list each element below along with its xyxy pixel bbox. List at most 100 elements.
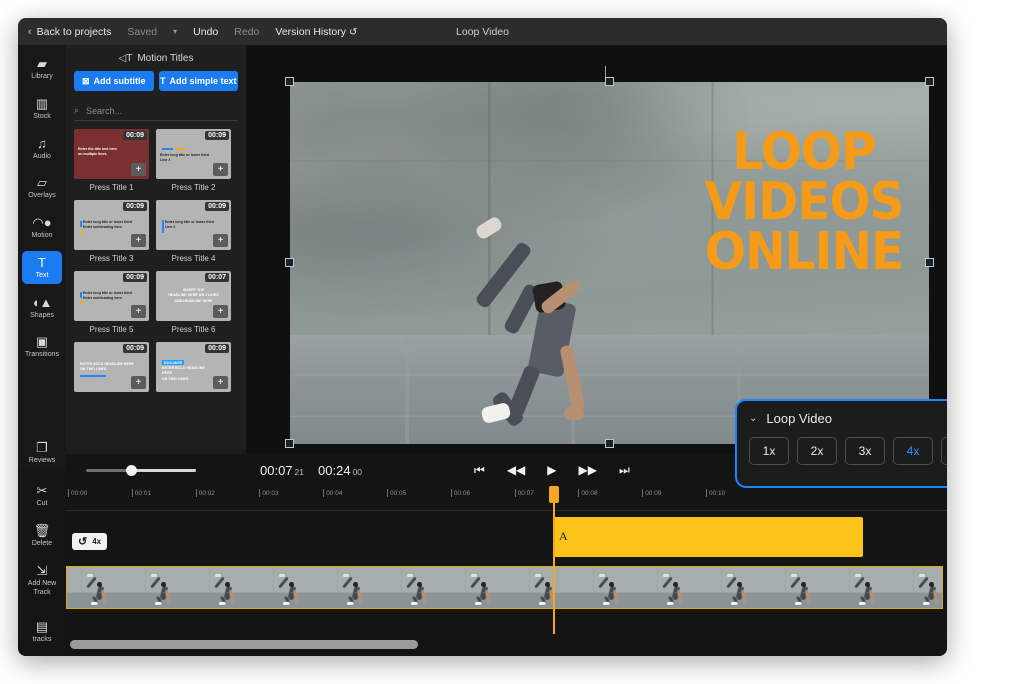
zoom-slider-thumb[interactable] [126,465,137,476]
template-duration: 00:09 [123,273,147,282]
version-history-button[interactable]: Version History↺ [275,26,357,38]
history-icon: ↺ [349,27,357,38]
add-template-button[interactable]: + [213,163,228,176]
sidebar-item-stock[interactable]: ▥Stock [22,92,62,125]
resize-handle-top-left[interactable] [285,77,294,86]
template-caption: Press Title 2 [156,183,231,192]
template-card[interactable]: Enter long title or lower thirdLine 200:… [156,129,231,192]
sidebar-item-transitions[interactable]: ▣Transitions [22,330,62,363]
clip-thumbnail-frame [835,567,899,608]
redo-button[interactable]: Redo [234,26,259,38]
tool-label: Add New Track [22,580,62,598]
tool-add-new-track[interactable]: ⇲Add New Track [22,559,62,601]
ruler-tick: 00:07 [518,490,534,497]
template-card[interactable]: Enter long title or lower thirdLine 200:… [156,200,231,263]
loop-option-1x[interactable]: 1x [749,437,789,465]
video-clip[interactable] [66,566,943,609]
timeline-horizontal-scrollbar[interactable] [66,634,947,656]
add-template-button[interactable]: + [213,376,228,389]
add-template-button[interactable]: + [131,163,146,176]
template-thumbnail[interactable]: INSERT THEHEADLINE HERE ON 2 LINESSUB-HE… [156,271,231,321]
sidebar-item-shapes[interactable]: ◖▲Shapes [22,291,62,324]
template-card[interactable]: INSERT THEHEADLINE HERE ON 2 LINESSUB-HE… [156,271,231,334]
zoom-slider-track[interactable] [86,469,196,472]
loop-icon: ↺ [78,535,87,548]
sidebar-item-library[interactable]: ▰Library [22,52,62,85]
jump-end-button[interactable]: ⏭ [619,463,630,478]
top-toolbar: ‹ Back to projects Saved ▾ Undo Redo Ver… [18,18,947,45]
add-template-button[interactable]: + [213,305,228,318]
undo-button[interactable]: Undo [193,26,218,38]
add-simple-text-button[interactable]: T Add simple text [159,71,239,91]
layers-icon: ▤ [36,619,48,634]
sidebar-item-audio[interactable]: ♫Audio [22,132,62,165]
loop-option-custom[interactable]: Custom [941,437,947,465]
preview-stage: LOOPVIDEOSONLINE [246,45,947,454]
sidebar-item-label: Reviews [29,457,55,466]
template-card[interactable]: Enter long title or lower thirdEnter sub… [74,200,149,263]
template-thumbnail[interactable]: Enter long title or lower thirdLine 200:… [156,200,231,250]
resize-handle-top-right[interactable] [925,77,934,86]
add-template-button[interactable]: + [131,234,146,247]
clip-thumbnail-frame [579,567,643,608]
fast-forward-button[interactable]: ▶▶ [579,463,597,478]
timeline-ruler[interactable]: 00:0000:0100:0200:0300:0400:0500:0600:07… [66,486,947,511]
sidebar-item-tracks[interactable]: ▤ tracks [22,615,62,648]
current-timecode: 00:0721 [260,463,304,478]
sidebar-item-reviews[interactable]: ❐ Reviews [22,436,62,469]
template-thumbnail[interactable]: Enter long title or lower thirdEnter sub… [74,271,149,321]
back-to-projects-button[interactable]: Back to projects [37,26,112,38]
resize-handle-bottom-center[interactable] [605,439,614,448]
chevron-down-icon[interactable]: ▾ [173,27,177,36]
add-template-button[interactable]: + [213,234,228,247]
back-chevron-icon[interactable]: ‹ [28,26,32,38]
text-clip[interactable]: A [553,517,863,557]
sidebar-item-text[interactable]: TText [22,251,62,284]
loop-option-4x[interactable]: 4x [893,437,933,465]
sidebar-item-motion[interactable]: ◠●Motion [22,211,62,244]
template-thumbnail[interactable]: Enter long title or lower thirdLine 200:… [156,129,231,179]
overlay-text[interactable]: LOOPVIDEOSONLINE [697,128,911,278]
playhead[interactable] [553,486,555,634]
resize-handle-top-center[interactable] [605,77,614,86]
add-simple-text-label: Add simple text [169,76,236,86]
add-template-button[interactable]: + [131,305,146,318]
sidebar-item-label: Transitions [25,351,59,360]
video-preview[interactable]: LOOPVIDEOSONLINE [290,82,929,444]
template-card[interactable]: Enter the title text hereon multiple lin… [74,129,149,192]
playback-buttons: ⏮◀◀▶▶▶⏭ [474,463,630,478]
loop-option-2x[interactable]: 2x [797,437,837,465]
template-thumbnail[interactable]: ENTER BOLD HEADLINE HEREON TWO LINES00:0… [74,342,149,392]
template-card[interactable]: EXCLUSIVEENTER BOLD HEADLINE HEREON TWO … [156,342,231,392]
sidebar-item-label: Audio [33,153,51,162]
jump-start-button[interactable]: ⏮ [474,463,485,478]
loop-popup-title: Loop Video [766,411,832,426]
tool-cut[interactable]: ✂Cut [22,479,62,512]
template-thumbnail[interactable]: Enter the title text hereon multiple lin… [74,129,149,179]
resize-handle-mid-right[interactable] [925,258,934,267]
tool-delete[interactable]: 🗑Delete [22,519,62,552]
trash-icon: 🗑 [34,523,51,538]
template-thumbnail[interactable]: Enter long title or lower thirdEnter sub… [74,200,149,250]
template-card[interactable]: ENTER BOLD HEADLINE HEREON TWO LINES00:0… [74,342,149,392]
loop-option-3x[interactable]: 3x [845,437,885,465]
resize-handle-mid-left[interactable] [285,258,294,267]
scissors-icon: ✂ [37,483,48,498]
add-subtitle-button[interactable]: ⊠ Add subtitle [74,71,154,91]
template-duration: 00:09 [205,131,229,140]
resize-handle-bottom-left[interactable] [285,439,294,448]
clip-thumbnail-frame [643,567,707,608]
template-card[interactable]: Enter long title or lower thirdEnter sub… [74,271,149,334]
template-thumbnail[interactable]: EXCLUSIVEENTER BOLD HEADLINE HEREON TWO … [156,342,231,392]
add-template-button[interactable]: + [131,376,146,389]
rail-tools-group: ✂Cut 🗑Delete ⇲Add New Track [18,468,66,608]
text-clip-label: A [559,529,568,543]
play-button[interactable]: ▶ [547,463,556,478]
sidebar-item-overlays[interactable]: ▱Overlays [22,171,62,204]
rewind-button[interactable]: ◀◀ [507,463,525,478]
loop-badge[interactable]: ↺ 4x [72,533,107,550]
template-duration: 00:09 [205,344,229,353]
scrollbar-thumb[interactable] [70,640,418,649]
loop-popup-header[interactable]: ⌄ Loop Video [749,411,947,426]
search-input[interactable]: ⌕ Search... [74,101,238,121]
